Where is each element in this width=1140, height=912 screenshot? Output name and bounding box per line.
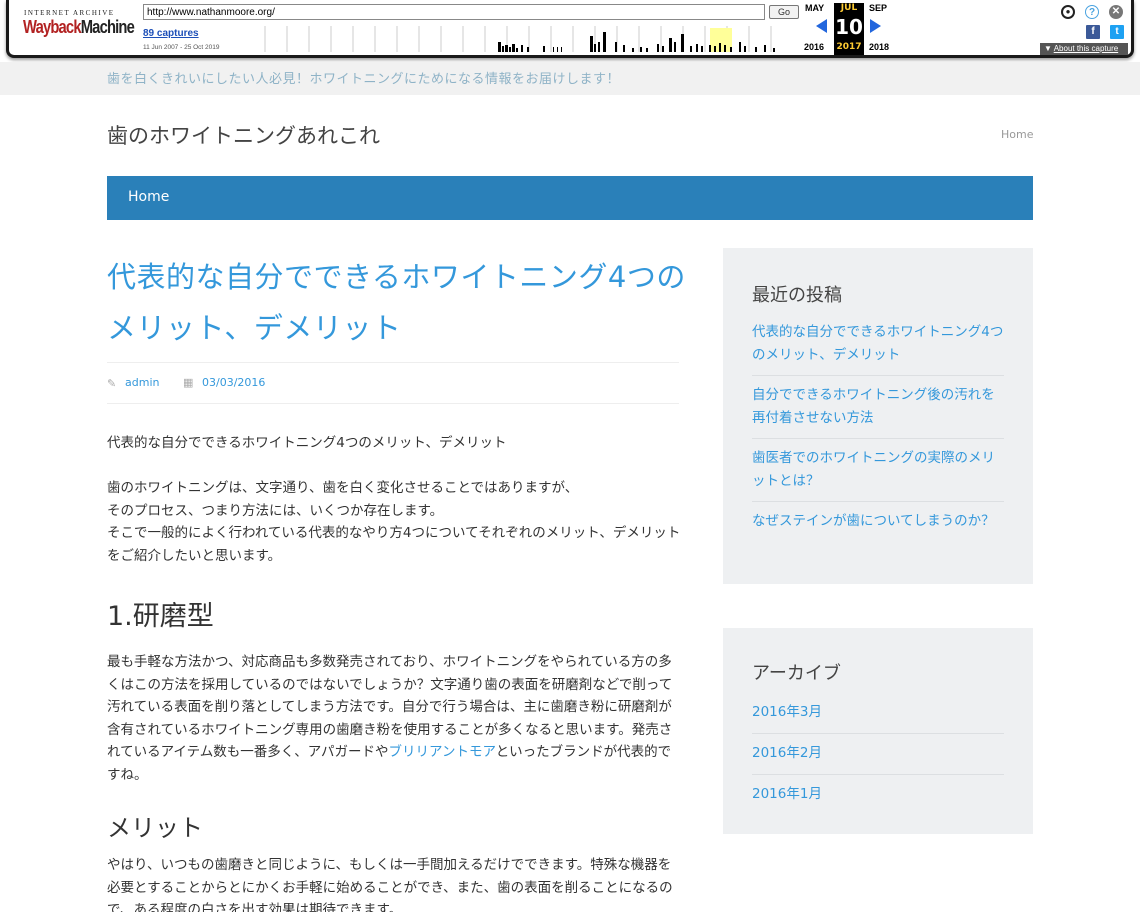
brilliant-more-link[interactable]: ブリリアントモア xyxy=(388,744,495,760)
current-month: JUL xyxy=(840,3,858,13)
next-year-link[interactable]: 2018 xyxy=(869,42,889,52)
recent-post-link-2[interactable]: 自分でできるホワイトニング後の汚れを再付着させない方法 xyxy=(752,384,1004,430)
archive-link-1[interactable]: 2016年3月 xyxy=(752,701,1004,724)
archive-link-2[interactable]: 2016年2月 xyxy=(752,742,1004,765)
next-month-link[interactable]: SEP xyxy=(869,3,887,13)
section-heading-merit: メリット xyxy=(107,814,203,842)
archive-link-3[interactable]: 2016年1月 xyxy=(752,783,1004,806)
post-paragraph-2-line-2: そのプロセス、つまり方法には、いくつか存在します。 xyxy=(107,502,444,519)
archive-title: アーカイブ xyxy=(752,663,841,684)
current-year: 2017 xyxy=(836,42,862,52)
main-nav: Home xyxy=(107,176,1033,220)
post-title[interactable]: 代表的な自分でできるホワイトニング4つのメリット、デメリット xyxy=(107,252,687,354)
nav-home-link[interactable]: Home xyxy=(128,189,169,205)
post-date[interactable]: 03/03/2016 xyxy=(202,376,265,389)
site-tagline: 歯を白くきれいにしたい人必見！ホワイトニングにためになる情報をお届けします！ xyxy=(107,72,621,87)
go-button[interactable]: Go xyxy=(769,5,799,19)
top-home-link[interactable]: Home xyxy=(1001,128,1033,141)
about-capture-label: About this capture xyxy=(1053,44,1119,53)
user-icon[interactable]: ● xyxy=(1061,5,1075,19)
wayback-logo[interactable]: WaybackMachine xyxy=(23,17,135,38)
post-paragraph-3: 最も手軽な方法かつ、対応商品も多数発売されており、ホワイトニングをやられている方… xyxy=(107,651,683,786)
recent-posts-title: 最近の投稿 xyxy=(752,285,842,306)
prev-year-link[interactable]: 2016 xyxy=(804,42,824,52)
post-paragraph-4: やはり、いつもの歯磨きと同じように、もしくは一手間加えるだけでできます。特殊な機… xyxy=(107,857,673,912)
about-capture-button[interactable]: ▼ About this capture xyxy=(1040,43,1128,55)
meta-divider-top xyxy=(107,362,679,363)
help-icon[interactable]: ? xyxy=(1085,5,1099,19)
post-paragraph-2-line-1: 歯のホワイトニングは、文字通り、歯を白く変化させることではありますが、 xyxy=(107,480,579,496)
recent-post-divider xyxy=(752,501,1004,502)
site-title[interactable]: 歯のホワイトニングあれこれ xyxy=(107,120,380,150)
post-paragraph-2-line-3: そこで一般的によく行われている代表的なやり方4つについてそれぞれのメリット、デメ… xyxy=(107,525,681,564)
recent-post-link-4[interactable]: なぜステインが歯についてしまうのか？ xyxy=(752,510,1004,533)
recent-post-link-3[interactable]: 歯医者でのホワイトニングの実際のメリットとは？ xyxy=(752,447,1004,493)
calendar-icon: ▦ xyxy=(183,376,194,389)
prev-month-link[interactable]: MAY xyxy=(805,3,824,13)
recent-post-divider xyxy=(752,438,1004,439)
captures-link[interactable]: 89 captures xyxy=(143,28,199,39)
archive-divider xyxy=(752,733,1004,734)
prev-capture-arrow-icon[interactable] xyxy=(816,19,827,33)
recent-post-divider xyxy=(752,375,1004,376)
pencil-icon: ✎ xyxy=(107,377,117,390)
section-heading-polishing: 1.研磨型 xyxy=(107,601,214,632)
close-icon[interactable]: ✕ xyxy=(1109,5,1123,19)
post-intro: 代表的な自分でできるホワイトニング4つのメリット、デメリット xyxy=(107,435,507,451)
archive-divider xyxy=(752,774,1004,775)
facebook-icon[interactable]: f xyxy=(1086,25,1100,39)
post-paragraph-2: 歯のホワイトニングは、文字通り、歯を白く変化させることではありますが、 そのプロ… xyxy=(107,477,683,567)
internet-archive-label: INTERNET ARCHIVE xyxy=(24,9,115,17)
post-author[interactable]: admin xyxy=(125,376,159,389)
capture-date-range: 11 Jun 2007 - 25 Oct 2019 xyxy=(143,44,220,51)
meta-divider-bottom xyxy=(107,403,679,404)
archive-widget: アーカイブ 2016年3月 2016年2月 2016年1月 xyxy=(723,628,1033,834)
wayback-toolbar: INTERNET ARCHIVE WaybackMachine Go 89 ca… xyxy=(0,0,1140,62)
recent-posts-widget: 最近の投稿 代表的な自分でできるホワイトニング4つのメリット、デメリット 自分で… xyxy=(723,248,1033,584)
wayback-logo-dark: Machine xyxy=(80,17,135,37)
wayback-logo-red: Wayback xyxy=(23,17,82,37)
recent-post-link-1[interactable]: 代表的な自分でできるホワイトニング4つのメリット、デメリット xyxy=(752,321,1004,367)
twitter-icon[interactable]: t xyxy=(1110,25,1124,39)
current-day: 10 xyxy=(835,15,863,39)
wayback-url-input[interactable] xyxy=(143,4,765,20)
capture-sparkline[interactable] xyxy=(243,26,783,52)
next-capture-arrow-icon[interactable] xyxy=(870,19,881,33)
